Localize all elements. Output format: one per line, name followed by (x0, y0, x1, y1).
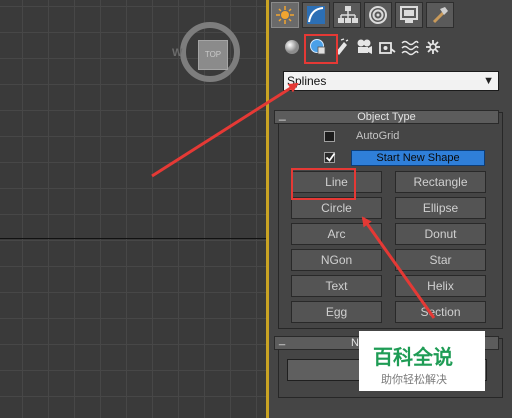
dropdown-value: Splines (287, 74, 327, 88)
tab-motion[interactable] (364, 2, 392, 28)
category-cameras[interactable] (353, 36, 375, 58)
collapse-icon: _ (279, 107, 286, 121)
helix-button[interactable]: Helix (395, 275, 486, 297)
viewcube[interactable]: TOP (198, 40, 228, 70)
camera-icon (357, 39, 372, 54)
gear-star-icon (426, 40, 440, 54)
shapes-category-highlight (304, 34, 338, 64)
category-helpers[interactable] (376, 36, 398, 58)
arc-button[interactable]: Arc (291, 223, 382, 245)
sphere-icon (285, 40, 299, 54)
target-icon (369, 6, 387, 24)
star-button[interactable]: Star (395, 249, 486, 271)
compass-letter: W (172, 47, 183, 59)
sun-star-icon (276, 6, 294, 24)
watermark-title: 百科全说 (373, 347, 453, 369)
collapse-icon: _ (279, 334, 286, 346)
object-type-rollout-header[interactable]: _ Object Type (274, 107, 499, 124)
tab-modify[interactable] (302, 2, 330, 28)
egg-button[interactable]: Egg (291, 301, 382, 323)
start-new-shape-checkbox[interactable] (324, 152, 336, 163)
hierarchy-icon (338, 6, 358, 23)
autogrid-label: AutoGrid (356, 130, 400, 142)
category-systems[interactable] (422, 36, 444, 58)
autogrid-checkbox[interactable] (324, 131, 335, 142)
watermark-logo: 百科全说 助你轻松解决 (359, 331, 485, 391)
tab-utilities[interactable] (426, 2, 454, 28)
viewport-top[interactable]: TOP W (0, 0, 270, 418)
rollout-title: Object Type (357, 111, 416, 123)
tab-hierarchy[interactable] (333, 2, 361, 28)
hammer-icon (432, 7, 448, 24)
line-button-highlight (291, 168, 356, 200)
checkmark-icon (325, 152, 336, 162)
category-space-warps[interactable] (399, 36, 421, 58)
curve-icon (307, 6, 325, 24)
category-geometry[interactable] (281, 36, 303, 58)
circle-button[interactable]: Circle (291, 197, 382, 219)
section-button[interactable]: Section (395, 301, 486, 323)
chevron-down-icon: ▼ (483, 75, 494, 87)
object-category-dropdown[interactable]: Splines ▼ (283, 71, 499, 91)
grid-axis-line (0, 238, 268, 239)
helper-icon (379, 42, 396, 54)
text-button[interactable]: Text (291, 275, 382, 297)
tab-display[interactable] (395, 2, 423, 28)
donut-button[interactable]: Donut (395, 223, 486, 245)
wave-icon (401, 40, 419, 56)
monitor-icon (400, 6, 418, 23)
rectangle-button[interactable]: Rectangle (395, 171, 486, 193)
start-new-shape-button[interactable]: Start New Shape (351, 150, 485, 166)
ellipse-button[interactable]: Ellipse (395, 197, 486, 219)
watermark-subtitle: 助你轻松解决 (381, 374, 447, 386)
ngon-button[interactable]: NGon (291, 249, 382, 271)
tab-create[interactable] (271, 2, 299, 28)
